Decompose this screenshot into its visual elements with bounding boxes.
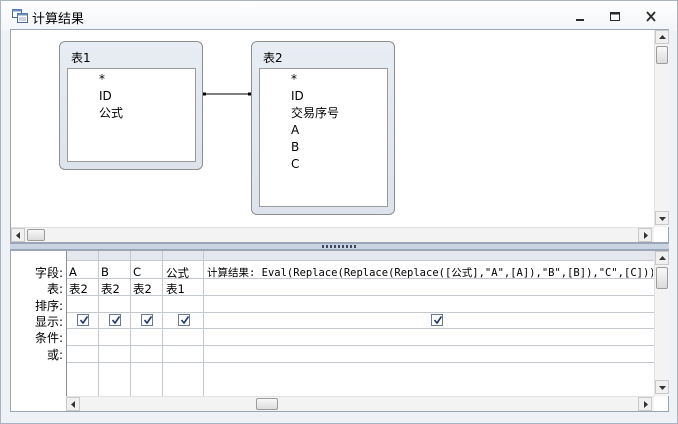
checkmark-icon bbox=[180, 316, 190, 325]
grid-horizontal-scrollbar[interactable] bbox=[66, 396, 654, 411]
scroll-down-button[interactable] bbox=[655, 380, 669, 394]
scroll-thumb[interactable] bbox=[256, 398, 278, 410]
row-label-show: 显示: bbox=[34, 315, 63, 329]
field-item[interactable]: * bbox=[291, 71, 297, 88]
checkmark-icon bbox=[143, 316, 153, 325]
window-title: 计算结果 bbox=[32, 12, 85, 27]
upper-horizontal-scrollbar[interactable] bbox=[11, 227, 654, 242]
arrow-left-icon bbox=[16, 232, 20, 239]
scroll-left-button[interactable] bbox=[66, 397, 80, 411]
field-item[interactable]: 交易序号 bbox=[291, 105, 339, 122]
field-cell[interactable]: C bbox=[133, 265, 161, 279]
field-cell[interactable]: 公式 bbox=[166, 265, 202, 281]
maximize-icon bbox=[610, 12, 620, 21]
field-item[interactable]: B bbox=[291, 139, 299, 156]
arrow-right-icon bbox=[644, 232, 648, 239]
field-item[interactable]: C bbox=[291, 156, 299, 173]
expression-field-cell[interactable]: 计算结果: Eval(Replace(Replace(Replace([公式],… bbox=[207, 265, 653, 280]
field-cell[interactable]: A bbox=[69, 265, 97, 279]
scroll-thumb[interactable] bbox=[27, 229, 45, 241]
arrow-down-icon bbox=[659, 386, 666, 390]
table-title: 表1 bbox=[71, 51, 91, 65]
table-design-pane: 表1 * ID 公式 表2 * ID 交易序号 A B C bbox=[10, 29, 669, 243]
field-item[interactable]: * bbox=[99, 71, 105, 88]
row-label-sort: 排序: bbox=[34, 299, 63, 313]
scroll-thumb[interactable] bbox=[656, 46, 668, 64]
table-canvas: 表1 * ID 公式 表2 * ID 交易序号 A B C bbox=[11, 30, 654, 227]
arrow-right-icon bbox=[644, 401, 648, 408]
show-checkbox[interactable] bbox=[178, 314, 190, 326]
arrow-up-icon bbox=[659, 256, 666, 260]
checkmark-icon bbox=[111, 316, 121, 325]
table-title: 表2 bbox=[263, 51, 283, 65]
query-icon bbox=[12, 9, 28, 23]
maximize-button[interactable] bbox=[603, 10, 627, 24]
table-box-1[interactable]: 表1 * ID 公式 bbox=[59, 41, 203, 170]
checkmark-icon bbox=[79, 316, 89, 325]
show-checkbox[interactable] bbox=[77, 314, 89, 326]
show-checkbox[interactable] bbox=[141, 314, 153, 326]
arrow-up-icon bbox=[659, 35, 666, 39]
table-cell[interactable]: 表1 bbox=[166, 281, 202, 297]
close-button[interactable] bbox=[639, 10, 663, 24]
field-list[interactable]: * ID 交易序号 A B C bbox=[259, 68, 388, 207]
design-grid: 字段: 表: 排序: 显示: 条件: 或: A 表2 B 表2 C 表2 公式 … bbox=[11, 251, 654, 396]
field-list[interactable]: * ID 公式 bbox=[67, 68, 196, 162]
scroll-up-button[interactable] bbox=[655, 30, 669, 44]
field-item[interactable]: ID bbox=[291, 88, 304, 105]
upper-vertical-scrollbar[interactable] bbox=[654, 30, 669, 227]
show-checkbox[interactable] bbox=[431, 314, 443, 326]
scroll-right-button[interactable] bbox=[638, 228, 652, 242]
arrow-left-icon bbox=[71, 401, 75, 408]
pane-splitter[interactable] bbox=[10, 243, 669, 250]
scroll-left-button[interactable] bbox=[11, 228, 25, 242]
checkmark-icon bbox=[433, 316, 443, 325]
table-cell[interactable]: 表2 bbox=[133, 281, 161, 297]
scroll-up-button[interactable] bbox=[655, 251, 669, 265]
field-item[interactable]: ID bbox=[99, 88, 112, 105]
minimize-icon bbox=[576, 19, 584, 21]
scroll-right-button[interactable] bbox=[638, 397, 652, 411]
arrow-down-icon bbox=[659, 217, 666, 221]
row-label-criteria: 条件: bbox=[34, 331, 63, 345]
close-icon bbox=[646, 11, 656, 22]
design-grid-pane: 字段: 表: 排序: 显示: 条件: 或: A 表2 B 表2 C 表2 公式 … bbox=[10, 250, 669, 412]
table-cell[interactable]: 表2 bbox=[69, 281, 97, 297]
field-cell[interactable]: B bbox=[101, 265, 129, 279]
show-checkbox[interactable] bbox=[109, 314, 121, 326]
splitter-grip[interactable] bbox=[322, 245, 356, 248]
title-bar: 计算结果 bbox=[1, 1, 677, 31]
query-window: 计算结果 表1 * ID 公式 表2 * ID 交易序号 A B C 字段: 表… bbox=[0, 0, 678, 424]
field-item[interactable]: A bbox=[291, 122, 299, 139]
field-item[interactable]: 公式 bbox=[99, 105, 123, 122]
row-label-table: 表: bbox=[46, 282, 63, 296]
table-box-2[interactable]: 表2 * ID 交易序号 A B C bbox=[251, 41, 395, 215]
minimize-button[interactable] bbox=[568, 10, 592, 24]
row-label-field: 字段: bbox=[34, 266, 63, 280]
row-label-or: 或: bbox=[46, 348, 63, 362]
grid-vertical-scrollbar[interactable] bbox=[654, 251, 669, 396]
scroll-thumb[interactable] bbox=[656, 267, 668, 289]
table-cell[interactable]: 表2 bbox=[101, 281, 129, 297]
scroll-down-button[interactable] bbox=[655, 211, 669, 225]
